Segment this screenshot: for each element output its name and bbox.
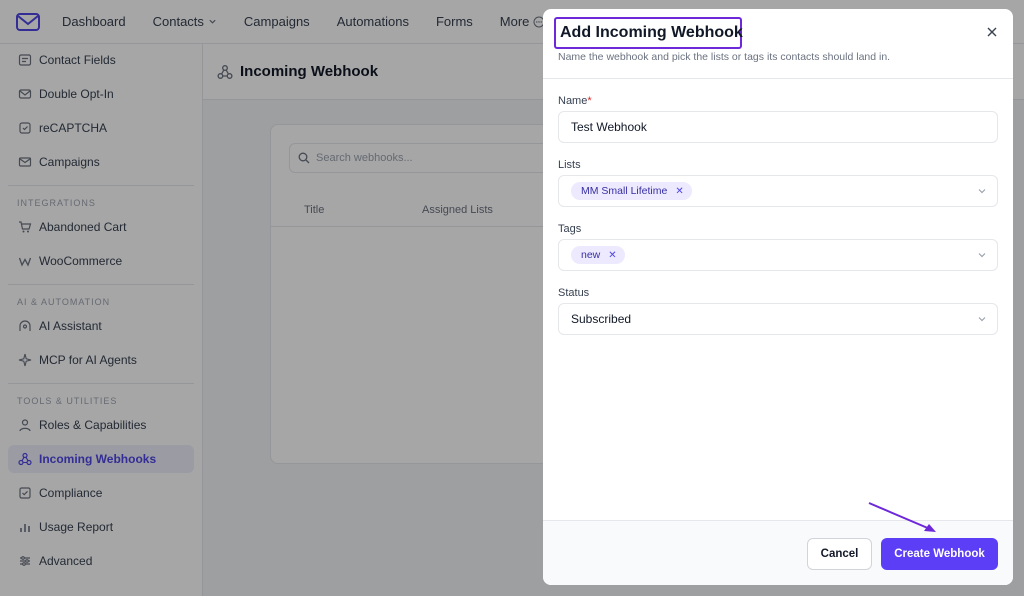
annotation-arrow-icon: [868, 502, 936, 532]
status-select[interactable]: Subscribed: [558, 303, 998, 335]
tag-chip-label: new: [581, 249, 601, 261]
modal-divider: [543, 78, 1013, 79]
chevron-down-icon: [977, 314, 987, 324]
tags-select[interactable]: new ✕: [558, 239, 998, 271]
status-label: Status: [558, 287, 590, 299]
chevron-down-icon: [977, 186, 987, 196]
chevron-down-icon: [977, 250, 987, 260]
tag-chip: new ✕: [571, 246, 625, 264]
create-webhook-button[interactable]: Create Webhook: [881, 538, 998, 570]
name-label: Name*: [558, 95, 592, 107]
modal-title: Add Incoming Webhook: [560, 24, 743, 41]
remove-tag-icon[interactable]: ✕: [608, 250, 616, 261]
lists-select[interactable]: MM Small Lifetime ✕: [558, 175, 998, 207]
modal-title-highlight: Add Incoming Webhook: [554, 17, 743, 49]
lists-label: Lists: [558, 159, 581, 171]
list-tag-chip: MM Small Lifetime ✕: [571, 182, 692, 200]
list-tag-label: MM Small Lifetime: [581, 185, 668, 197]
name-value: Test Webhook: [571, 120, 647, 134]
modal-subtitle: Name the webhook and pick the lists or t…: [558, 51, 891, 63]
close-button[interactable]: [983, 23, 1001, 41]
required-mark: *: [587, 95, 592, 107]
cancel-button[interactable]: Cancel: [807, 538, 872, 570]
close-icon: [987, 27, 997, 37]
name-field[interactable]: Test Webhook: [558, 111, 998, 143]
remove-list-tag-icon[interactable]: ✕: [675, 186, 683, 197]
status-value: Subscribed: [571, 312, 632, 326]
tags-label: Tags: [558, 223, 582, 235]
